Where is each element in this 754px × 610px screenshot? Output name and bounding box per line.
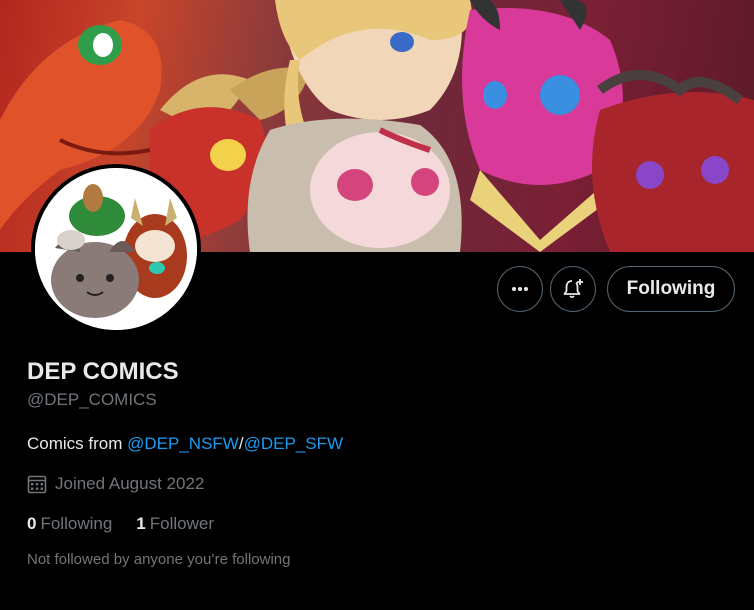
joined-text: Joined August 2022 — [55, 474, 205, 493]
followers-label: Follower — [149, 514, 214, 533]
user-handle: @DEP_COMICS — [27, 390, 157, 409]
more-options-button[interactable] — [497, 266, 543, 312]
following-count-link[interactable]: 0 Following — [27, 514, 112, 534]
more-dots-icon — [512, 287, 528, 291]
followers-count: 1 — [136, 514, 146, 533]
following-label: Following — [40, 514, 113, 533]
profile-bio: Comics from @DEP_NSFW/@DEP_SFW — [27, 434, 343, 454]
profile-avatar[interactable] — [31, 164, 201, 334]
follow-stats: 0 Following 1 Follower — [27, 514, 238, 534]
following-count: 0 — [27, 514, 37, 533]
display-name: DEP COMICS — [27, 358, 179, 385]
following-button[interactable]: Following — [607, 266, 735, 312]
mention-link-sfw[interactable]: @DEP_SFW — [244, 434, 343, 453]
bio-prefix: Comics from — [27, 434, 128, 453]
calendar-icon — [27, 475, 47, 494]
followers-count-link[interactable]: 1 Follower — [136, 514, 214, 534]
avatar-artwork — [35, 168, 197, 330]
followed-by-note: Not followed by anyone you’re following — [27, 551, 291, 568]
mention-link-nsfw[interactable]: @DEP_NSFW — [127, 434, 239, 453]
joined-date: Joined August 2022 — [27, 474, 204, 494]
bell-plus-icon — [563, 279, 583, 299]
notifications-button[interactable] — [550, 266, 596, 312]
